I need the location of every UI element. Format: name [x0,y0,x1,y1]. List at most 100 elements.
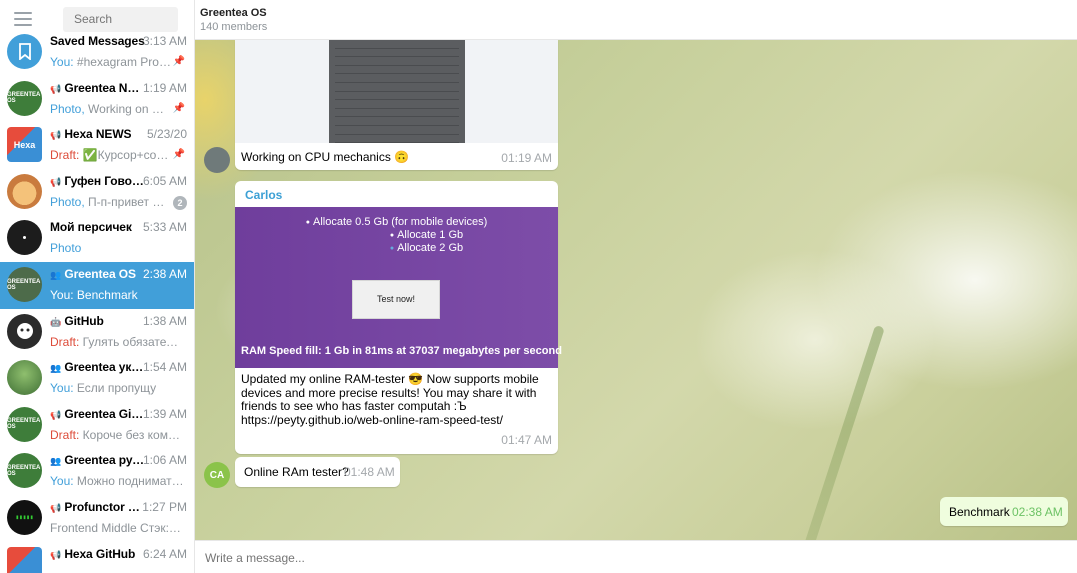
chat-preview: Draft: Короче без коман... [50,427,184,442]
chat-avatar [7,173,42,209]
chat-item-greentea-os[interactable]: GREENTEA OS 👥 Greentea OS 2:38 AM You: B… [0,262,194,309]
chat-time: 2:38 AM [142,267,187,281]
message-time: 01:19 AM [501,151,552,165]
chat-avatar: Hexa [7,127,42,163]
chat-avatar [7,360,42,396]
channel-icon: 📢 [50,409,62,420]
ram-options: ● Allocate 0.5 Gb (for mobile devices) ● A… [235,216,558,255]
chat-item-profunctor-jobs[interactable]: ▮▮▮▮▮ 📢 Profunctor Jobs 1:27 PM Frontend… [0,495,194,542]
chat-time: 1:06 AM [142,453,187,468]
chat-time: 5:33 AM [142,220,187,235]
chat-item-greentea-rus[interactable]: GREENTEA OS 👥 Greentea русс... 1:06 AM Y… [0,448,194,495]
chat-name: 👥 Greentea русс... [50,453,145,468]
chat-time: 6:24 AM [142,546,187,561]
group-icon: 👥 [50,363,62,374]
message-area[interactable]: Working on CPU mechanics 🙃 01:19 AM Carl… [195,40,1077,540]
sidebar: Saved Messages 3:13 AM You: #hexagram Pr… [0,0,195,573]
message-input[interactable] [205,548,805,568]
chat-preview: You: Можно поднимать ... [50,474,184,489]
channel-icon: 📢 [50,549,62,560]
chat-name: 📢 Greentea GitHub [50,406,145,421]
message-text: Updated my online RAM-tester 😎 Now suppo… [241,372,539,427]
chat-header[interactable]: Greentea OS 140 members [195,0,1077,40]
pin-icon: 📌 [172,149,185,161]
chat-name: 📢 Profunctor Jobs [50,500,145,514]
message-text: Working on CPU mechanics 🙃 [241,150,410,164]
test-now-button: Test now! [352,280,440,319]
chat-preview: Photo, Working on CPU... [50,101,172,116]
chat-preview: You: #hexagram Proba... [50,55,172,69]
chat-time: 1:39 AM [142,406,187,421]
chat-avatar: GREENTEA OS [7,267,42,302]
chat-time: 1:54 AM [142,360,187,375]
terminal-screenshot [329,40,465,143]
member-count: 140 members [200,21,268,33]
chat-item-hexa-github[interactable]: 📢 Hexa GitHub 6:24 AM [0,542,194,573]
chat-preview: Photo [50,241,82,256]
message-time: 01:47 AM [501,433,552,447]
chat-name: 📢 Greentea NEWS [50,80,145,95]
chat-time: 6:05 AM [142,173,187,188]
bot-icon: 🤖 [50,316,62,327]
chat-avatar [7,546,42,573]
hamburger-menu-icon[interactable] [14,12,32,28]
chat-item-hexa-news[interactable]: Hexa 📢 Hexa NEWS 5/23/20 Draft: ✅Курсор+… [0,122,194,169]
chat-preview: You: Если пропущу [50,381,157,396]
option-item: ● Allocate 1 Gb [389,229,464,241]
option-item: ● Allocate 0.5 Gb (for mobile devices) [305,216,488,228]
chat-time: 1:38 AM [142,313,187,328]
chat-name: 🤖 GitHub [50,313,104,328]
chat-item-greentea-github[interactable]: GREENTEA OS 📢 Greentea GitHub 1:39 AM Dr… [0,402,194,449]
chat-avatar: GREENTEA OS [7,80,42,116]
message-text: Benchmark [949,505,1010,519]
chat-name: 👥 Greentea укра... [50,360,145,375]
chat-name: 📢 Hexa GitHub [50,546,136,561]
group-icon: 👥 [50,270,62,280]
chat-avatar: GREENTEA OS [7,453,42,489]
chat-title: Greentea OS [200,7,267,19]
message-bubble[interactable]: Working on CPU mechanics 🙃 01:19 AM [235,40,558,170]
message-time: 01:48 AM [344,465,395,479]
unread-badge: 2 [173,195,187,210]
chat-name: 📢 Hexa NEWS [50,127,132,142]
message-text: Online RAm tester? [244,465,349,479]
bookmark-icon [7,34,42,69]
chat-preview: Draft: ✅Курсор+com... [50,148,172,163]
sender-avatar[interactable]: CA [204,462,230,488]
message-time: 02:38 AM [1012,505,1063,519]
chat-time: 1:19 AM [142,80,187,95]
message-photo[interactable] [235,40,558,143]
option-item: ● Allocate 2 Gb [389,242,464,254]
chat-name: 📢 Гуфен Говорит [50,173,145,188]
chat-preview: You: Benchmark [50,288,138,302]
ram-speed-result: RAM Speed fill: 1 Gb in 81ms at 37037 me… [241,345,562,357]
chat-avatar: GREENTEA OS [7,406,42,442]
link-preview-image[interactable]: ● Allocate 0.5 Gb (for mobile devices) ● A… [235,207,562,368]
sender-avatar[interactable] [204,147,230,173]
pin-icon: 📌 [172,102,185,114]
channel-icon: 📢 [50,130,62,141]
chat-item-saved-messages[interactable]: Saved Messages 3:13 AM You: #hexagram Pr… [0,29,194,76]
channel-icon: 📢 [50,176,62,187]
channel-icon: 📢 [50,83,62,94]
github-icon [7,313,42,349]
outgoing-message-bubble[interactable]: Benchmark 02:38 AM [940,497,1068,526]
chat-name: Saved Messages [50,34,145,48]
chat-item-greentea-news[interactable]: GREENTEA OS 📢 Greentea NEWS 1:19 AM Phot… [0,76,194,123]
pin-icon: 📌 [172,56,185,67]
channel-icon: 📢 [50,503,62,513]
chat-item-gufen[interactable]: 📢 Гуфен Говорит 6:05 AM Photo, П-п-приве… [0,169,194,216]
composer [195,540,1077,573]
chat-item-greentea-ukr[interactable]: 👥 Greentea укра... 1:54 AM You: Если про… [0,355,194,402]
group-icon: 👥 [50,456,62,467]
chat-name: Мой персичек [50,220,132,235]
chat-time: 3:13 AM [142,34,187,48]
chat-time: 1:27 PM [142,500,187,514]
sender-name[interactable]: Carlos [245,188,282,202]
message-bubble[interactable]: Online RAm tester? 01:48 AM [235,457,400,487]
chat-item-moy-persichek[interactable]: Мой персичек 5:33 AM Photo [0,215,194,262]
chat-preview: Photo, П-п-привет х-х... [50,194,168,209]
chat-time: 5/23/20 [146,127,187,142]
message-bubble[interactable]: Carlos ● Allocate 0.5 Gb (for mobile devi… [235,181,562,454]
chat-item-github[interactable]: 🤖 GitHub 1:38 AM Draft: Гулять обязатель… [0,309,194,356]
